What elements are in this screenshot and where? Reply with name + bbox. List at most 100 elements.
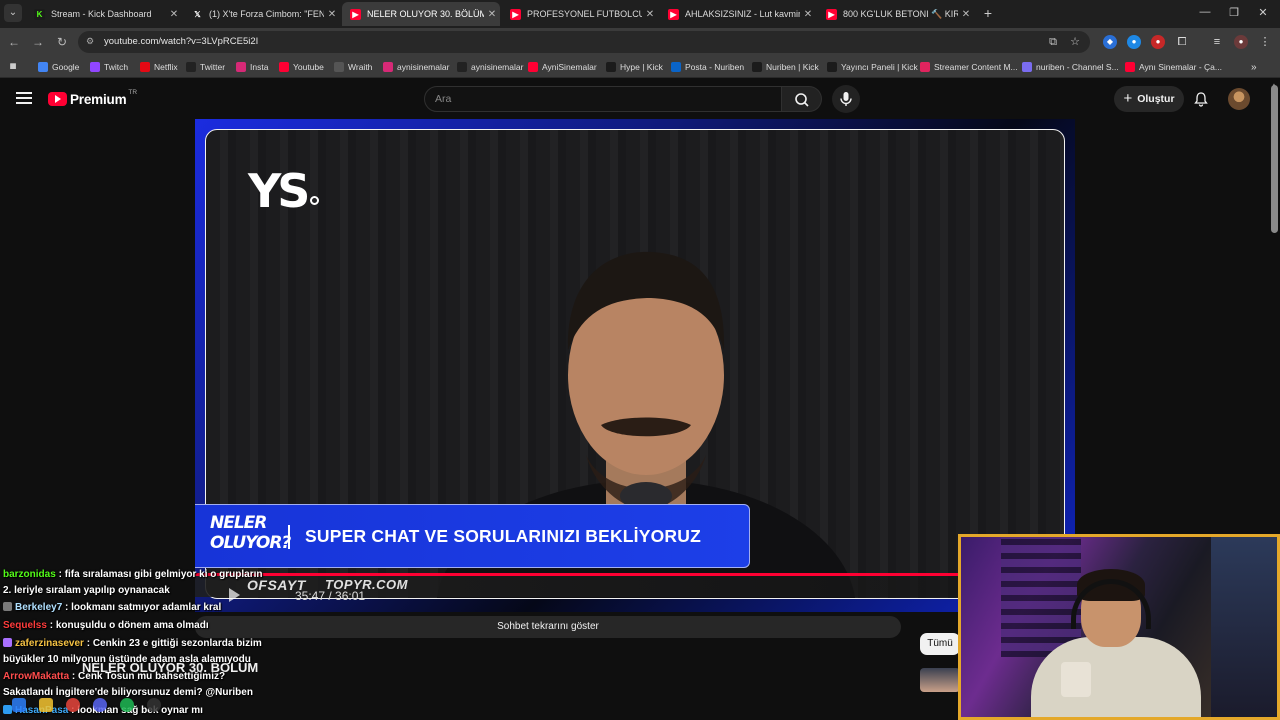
bookmark-11[interactable]: Posta - Nuriben xyxy=(671,61,744,73)
chat-message: barzonidas : fifa sıralaması gibi gelmiy… xyxy=(3,569,263,580)
reload-icon[interactable]: ↻ xyxy=(54,34,70,50)
new-tab-button[interactable]: + xyxy=(980,5,996,21)
bookmark-star-icon[interactable]: ☆ xyxy=(1068,35,1082,49)
bookmark-1[interactable]: Twitch xyxy=(90,61,128,73)
forward-arrow-icon[interactable]: → xyxy=(30,34,46,50)
bookmark-15[interactable]: nuriben - Channel S... xyxy=(1022,61,1119,73)
media-controls-icon[interactable]: ≡ xyxy=(1210,35,1224,49)
search-input[interactable] xyxy=(425,87,781,111)
close-tab-icon[interactable]: ✕ xyxy=(166,9,182,20)
instagram-icon xyxy=(383,62,393,72)
bookmark-label: Netflix xyxy=(154,62,178,72)
tab-title: NELER OLUYOR 30. BÖLÜM - YouTube xyxy=(367,9,484,19)
bookmark-4[interactable]: Insta xyxy=(236,61,268,73)
youtube-premium-logo[interactable]: Premium TR xyxy=(48,88,138,107)
tab-800kg-beton[interactable]: ▶ 800 KG'LUK BETONI 🔨 KIRAR ✕ xyxy=(818,2,974,26)
extension-red-icon[interactable]: ● xyxy=(1151,35,1165,49)
page-scrollbar[interactable] xyxy=(1271,85,1278,233)
close-tab-icon[interactable]: ✕ xyxy=(800,9,816,20)
bookmark-label: Google xyxy=(52,62,80,72)
tab-search-chevron-icon[interactable]: ⌄ xyxy=(4,4,22,22)
twitch-icon xyxy=(90,62,100,72)
bookmark-label: Yayıncı Paneli | Kick xyxy=(841,62,918,72)
show-logo-text: NELER OLUYOR? xyxy=(210,513,291,553)
more-bookmarks-icon[interactable]: » xyxy=(1251,61,1257,73)
bookmark-8[interactable]: aynisinemalar xyxy=(457,61,523,73)
close-tab-icon[interactable]: ✕ xyxy=(958,9,974,20)
voice-search-button[interactable] xyxy=(832,85,860,113)
minimize-button[interactable]: — xyxy=(1197,6,1213,18)
lower-third-banner: NELER OLUYOR? SUPER CHAT VE SORULARINIZI… xyxy=(195,504,750,568)
hamburger-menu-icon[interactable] xyxy=(16,92,32,104)
bookmark-label: Hype | Kick xyxy=(620,62,663,72)
bookmark-label: Aynı Sinemalar - Ça... xyxy=(1139,62,1222,72)
streamer-webcam xyxy=(958,534,1280,720)
discord-icon[interactable] xyxy=(93,698,107,712)
bookmark-label: AyniSinemalar xyxy=(542,62,597,72)
tab-title: (1) X'te Forza Cimbom: "FENERBA xyxy=(209,9,324,19)
tab-title: Stream - Kick Dashboard xyxy=(51,9,152,19)
search-button[interactable] xyxy=(782,86,822,112)
streamer-icon xyxy=(920,62,930,72)
related-video-thumbnail[interactable] xyxy=(920,668,960,692)
bookmark-13[interactable]: Yayıncı Paneli | Kick xyxy=(827,61,918,73)
browser-menu-icon[interactable]: ⋮ xyxy=(1258,35,1272,49)
tab-x-forza-cimbom[interactable]: 𝕏 (1) X'te Forza Cimbom: "FENERBA ✕ xyxy=(184,2,340,26)
tab-profesyonel-futbolcu[interactable]: ▶ PROFESYONEL FUTBOLCU SENİ ✕ xyxy=(502,2,658,26)
show-chat-replay-button[interactable]: Sohbet tekrarını göster xyxy=(195,616,901,638)
chrome-icon[interactable] xyxy=(66,698,80,712)
url-text[interactable]: youtube.com/watch?v=3LVpRCE5i2I xyxy=(104,36,258,47)
tab-title: PROFESYONEL FUTBOLCU SENİ xyxy=(527,9,642,19)
profile-avatar-icon[interactable]: ● xyxy=(1234,35,1248,49)
bookmark-12[interactable]: Nuriben | Kick xyxy=(752,61,819,73)
notifications-bell-icon[interactable] xyxy=(1193,91,1209,107)
tab-ahlaksizsiniz[interactable]: ▶ AHLAKSIZSINIZ - Lut kavminden ✕ xyxy=(660,2,816,26)
bookmark-16[interactable]: Aynı Sinemalar - Ça... xyxy=(1125,61,1222,73)
bookmark-14[interactable]: Streamer Content M... xyxy=(920,61,1018,73)
video-progress-bar[interactable] xyxy=(195,573,1075,576)
play-button-icon[interactable] xyxy=(229,588,240,602)
filter-chip-all[interactable]: Tümü xyxy=(920,633,960,655)
plus-icon: + xyxy=(1123,90,1133,107)
close-tab-icon[interactable]: ✕ xyxy=(324,9,340,20)
maximize-button[interactable]: ❐ xyxy=(1226,6,1242,19)
files-icon[interactable] xyxy=(39,698,53,712)
close-tab-icon[interactable]: ✕ xyxy=(642,9,658,20)
create-button[interactable]: + Oluştur xyxy=(1114,86,1184,112)
extensions-puzzle-icon[interactable]: ⧠ xyxy=(1175,35,1189,49)
apps-grid-icon[interactable]: ▦ xyxy=(8,61,22,73)
youtube-header: Premium TR + Oluştur xyxy=(0,79,1280,119)
site-info-icon[interactable]: ⚙ xyxy=(86,36,97,47)
bookmark-3[interactable]: Twitter xyxy=(186,61,225,73)
bookmark-2[interactable]: Netflix xyxy=(140,61,178,73)
bookmark-label: Posta - Nuriben xyxy=(685,62,745,72)
video-player[interactable]: YS NELER OLUYOR? SUPER CHAT VE SORULARIN… xyxy=(195,119,1075,612)
account-avatar[interactable] xyxy=(1228,88,1250,110)
bookmark-5[interactable]: Youtube xyxy=(279,61,324,73)
back-arrow-icon[interactable]: ← xyxy=(6,34,22,50)
bookmark-7[interactable]: aynisinemalar xyxy=(383,61,449,73)
background-room xyxy=(1211,537,1277,717)
taskbar xyxy=(0,698,174,714)
extension-globe-icon[interactable]: ● xyxy=(1127,35,1141,49)
bookmark-0[interactable]: Google xyxy=(38,61,79,73)
bookmark-9[interactable]: AyniSinemalar xyxy=(528,61,597,73)
install-app-icon[interactable]: ⧉ xyxy=(1046,35,1060,49)
country-code: TR xyxy=(128,88,138,96)
windows-icon[interactable] xyxy=(12,698,26,712)
tab-kick-dashboard[interactable]: K Stream - Kick Dashboard ✕ xyxy=(26,2,182,26)
spotify-icon[interactable] xyxy=(120,698,134,712)
extension-shield-icon[interactable]: ◆ xyxy=(1103,35,1117,49)
bookmark-label: Nuriben | Kick xyxy=(766,62,819,72)
close-tab-icon[interactable]: ✕ xyxy=(484,9,500,20)
search-box[interactable] xyxy=(424,86,782,112)
logo-wordmark: Premium xyxy=(70,91,127,107)
close-window-button[interactable]: ✕ xyxy=(1255,6,1271,19)
bookmark-label: nuriben - Channel S... xyxy=(1036,62,1119,72)
url-bar[interactable]: ⚙ youtube.com/watch?v=3LVpRCE5i2I ⧉ ☆ xyxy=(78,31,1090,53)
tab-neler-oluyor[interactable]: ▶ NELER OLUYOR 30. BÖLÜM - YouTube ✕ xyxy=(342,2,500,26)
bookmark-10[interactable]: Hype | Kick xyxy=(606,61,663,73)
youtube-icon: ▶ xyxy=(510,8,521,20)
bookmark-6[interactable]: Wraith xyxy=(334,61,372,73)
obs-icon[interactable] xyxy=(147,698,161,712)
